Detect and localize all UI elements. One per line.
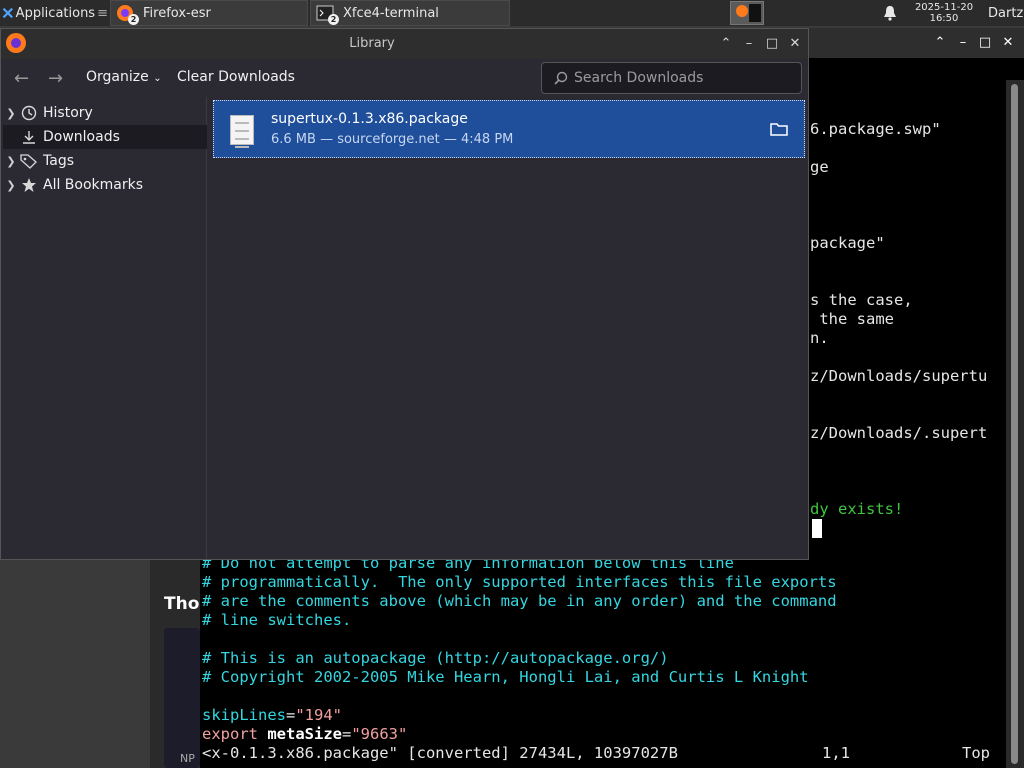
library-titlebar[interactable]: Library ⌃ – □ ✕: [1, 29, 808, 59]
terminal-line: z/Downloads/supertu: [810, 367, 988, 385]
vim-line: # This is an autopackage (http://autopac…: [202, 649, 669, 667]
terminal-cursor: [812, 519, 822, 538]
scrollbar-thumb[interactable]: [1011, 84, 1018, 764]
firefox-icon: 2: [115, 3, 139, 25]
window-count-badge: 2: [328, 14, 339, 25]
forward-arrow-icon[interactable]: →: [48, 68, 63, 89]
expand-arrow-icon[interactable]: ❯: [3, 107, 19, 120]
organize-label: Organize: [86, 69, 149, 85]
sidebar-item-label: Tags: [43, 153, 74, 169]
sidebar-item-label: Downloads: [43, 129, 120, 145]
download-icon: [19, 128, 39, 146]
vim-status-scroll: Top: [962, 744, 990, 762]
terminal-line: z/Downloads/.supert: [810, 424, 988, 442]
tag-icon: [19, 152, 39, 170]
clock-time: 16:50: [929, 13, 959, 24]
taskbar-firefox-label: Firefox-esr: [143, 5, 211, 21]
terminal-scrollbar[interactable]: [1006, 80, 1024, 768]
background-np-label: NP: [180, 752, 195, 765]
clock-icon: [19, 104, 39, 122]
vim-keyword: export: [202, 725, 258, 743]
library-sidebar: ❯ History Downloads ❯ Tags ❯ All Bookmar…: [3, 97, 207, 559]
search-downloads-input[interactable]: Search Downloads: [541, 62, 802, 94]
clear-downloads-button[interactable]: Clear Downloads: [177, 69, 295, 85]
maximize-icon[interactable]: □: [764, 36, 780, 52]
bell-icon[interactable]: [880, 0, 900, 26]
vim-operator: =: [342, 725, 352, 743]
terminal-line: ge: [810, 158, 829, 176]
search-placeholder: Search Downloads: [574, 70, 704, 86]
vim-line: # are the comments above (which may be i…: [202, 592, 837, 610]
shade-icon[interactable]: ⌃: [932, 35, 948, 51]
taskbar-button-terminal[interactable]: 2 Xfce4-terminal: [310, 0, 510, 26]
sidebar-item-all-bookmarks[interactable]: ❯ All Bookmarks: [3, 173, 207, 197]
expand-arrow-icon[interactable]: ❯: [3, 155, 19, 168]
workspace-thumbnail-icon: [731, 2, 763, 24]
download-filename: supertux-0.1.3.x86.package: [271, 111, 468, 127]
clock[interactable]: 2025-11-20 16:50: [906, 0, 982, 26]
vim-var-name: skipLines: [202, 706, 286, 724]
folder-icon[interactable]: [770, 121, 788, 137]
close-icon[interactable]: ✕: [787, 36, 803, 52]
terminal-line: dy exists!: [810, 500, 904, 518]
sidebar-item-history[interactable]: ❯ History: [3, 101, 207, 125]
file-icon: [230, 115, 254, 148]
vim-var-name: metaSize: [267, 725, 342, 743]
close-icon[interactable]: ✕: [1000, 35, 1016, 51]
chevron-down-icon: ⌄: [153, 73, 162, 84]
vim-line: # line switches.: [202, 611, 352, 629]
vim-string: "194": [295, 706, 343, 724]
downloads-list: supertux-0.1.3.x86.package 6.6 MB — sour…: [209, 97, 808, 559]
menu-separator-icon: ≡: [97, 5, 108, 21]
terminal-line: s the case,: [810, 291, 913, 309]
taskbar-button-firefox[interactable]: 2 Firefox-esr: [110, 0, 308, 26]
taskbar: Applications ≡ 2 Firefox-esr 2 Xfce4-ter…: [0, 0, 1024, 26]
search-icon: [554, 71, 568, 85]
organize-button[interactable]: Organize ⌄: [86, 69, 162, 85]
download-item[interactable]: supertux-0.1.3.x86.package 6.6 MB — sour…: [213, 100, 805, 158]
workspace-switcher[interactable]: [730, 1, 764, 25]
clock-date: 2025-11-20: [914, 2, 974, 13]
background-heading: Tho: [164, 594, 200, 614]
maximize-icon[interactable]: □: [977, 35, 993, 51]
back-arrow-icon[interactable]: ←: [14, 68, 29, 89]
taskbar-terminal-label: Xfce4-terminal: [343, 5, 439, 21]
background-card: [164, 628, 200, 768]
background-browser-page: Tho NP: [150, 560, 200, 768]
terminal-line: the same: [810, 310, 894, 328]
window-count-badge: 2: [128, 14, 139, 25]
vim-line: # programmatically. The only supported i…: [202, 573, 837, 591]
vim-skiplines-line: skipLines="194": [202, 706, 342, 725]
vim-operator: =: [286, 706, 296, 724]
vim-status-file: <x-0.1.3.x86.package" [converted] 27434L…: [202, 744, 678, 762]
library-window: Library ⌃ – □ ✕ ← → Organize ⌄ Clear Dow…: [0, 28, 809, 560]
terminal-line: package": [810, 234, 885, 252]
terminal-icon: 2: [315, 3, 339, 25]
sidebar-item-downloads[interactable]: Downloads: [3, 125, 207, 149]
vim-line: # Copyright 2002-2005 Mike Hearn, Hongli…: [202, 668, 809, 686]
user-menu[interactable]: Dartz: [988, 0, 1024, 26]
library-title: Library: [349, 36, 395, 51]
star-icon: [19, 176, 39, 194]
applications-menu[interactable]: Applications ≡: [0, 0, 108, 26]
shade-icon[interactable]: ⌃: [718, 36, 734, 52]
vim-string: "9663": [351, 725, 408, 743]
library-toolbar: ← → Organize ⌄ Clear Downloads Search Do…: [1, 59, 808, 97]
download-details: 6.6 MB — sourceforge.net — 4:48 PM: [271, 132, 514, 147]
minimize-icon[interactable]: –: [955, 35, 971, 51]
xfce-logo-icon: [2, 7, 13, 19]
expand-arrow-icon[interactable]: ❯: [3, 179, 19, 192]
terminal-line: n.: [810, 329, 829, 347]
sidebar-item-label: History: [43, 105, 93, 121]
vim-export-line: export metaSize="9663": [202, 725, 407, 744]
minimize-icon[interactable]: –: [741, 36, 757, 52]
sidebar-item-tags[interactable]: ❯ Tags: [3, 149, 207, 173]
sidebar-item-label: All Bookmarks: [43, 177, 144, 193]
vim-status-position: 1,1: [822, 744, 850, 762]
terminal-line: 6.package.swp": [810, 120, 941, 138]
applications-label: Applications: [15, 5, 96, 21]
